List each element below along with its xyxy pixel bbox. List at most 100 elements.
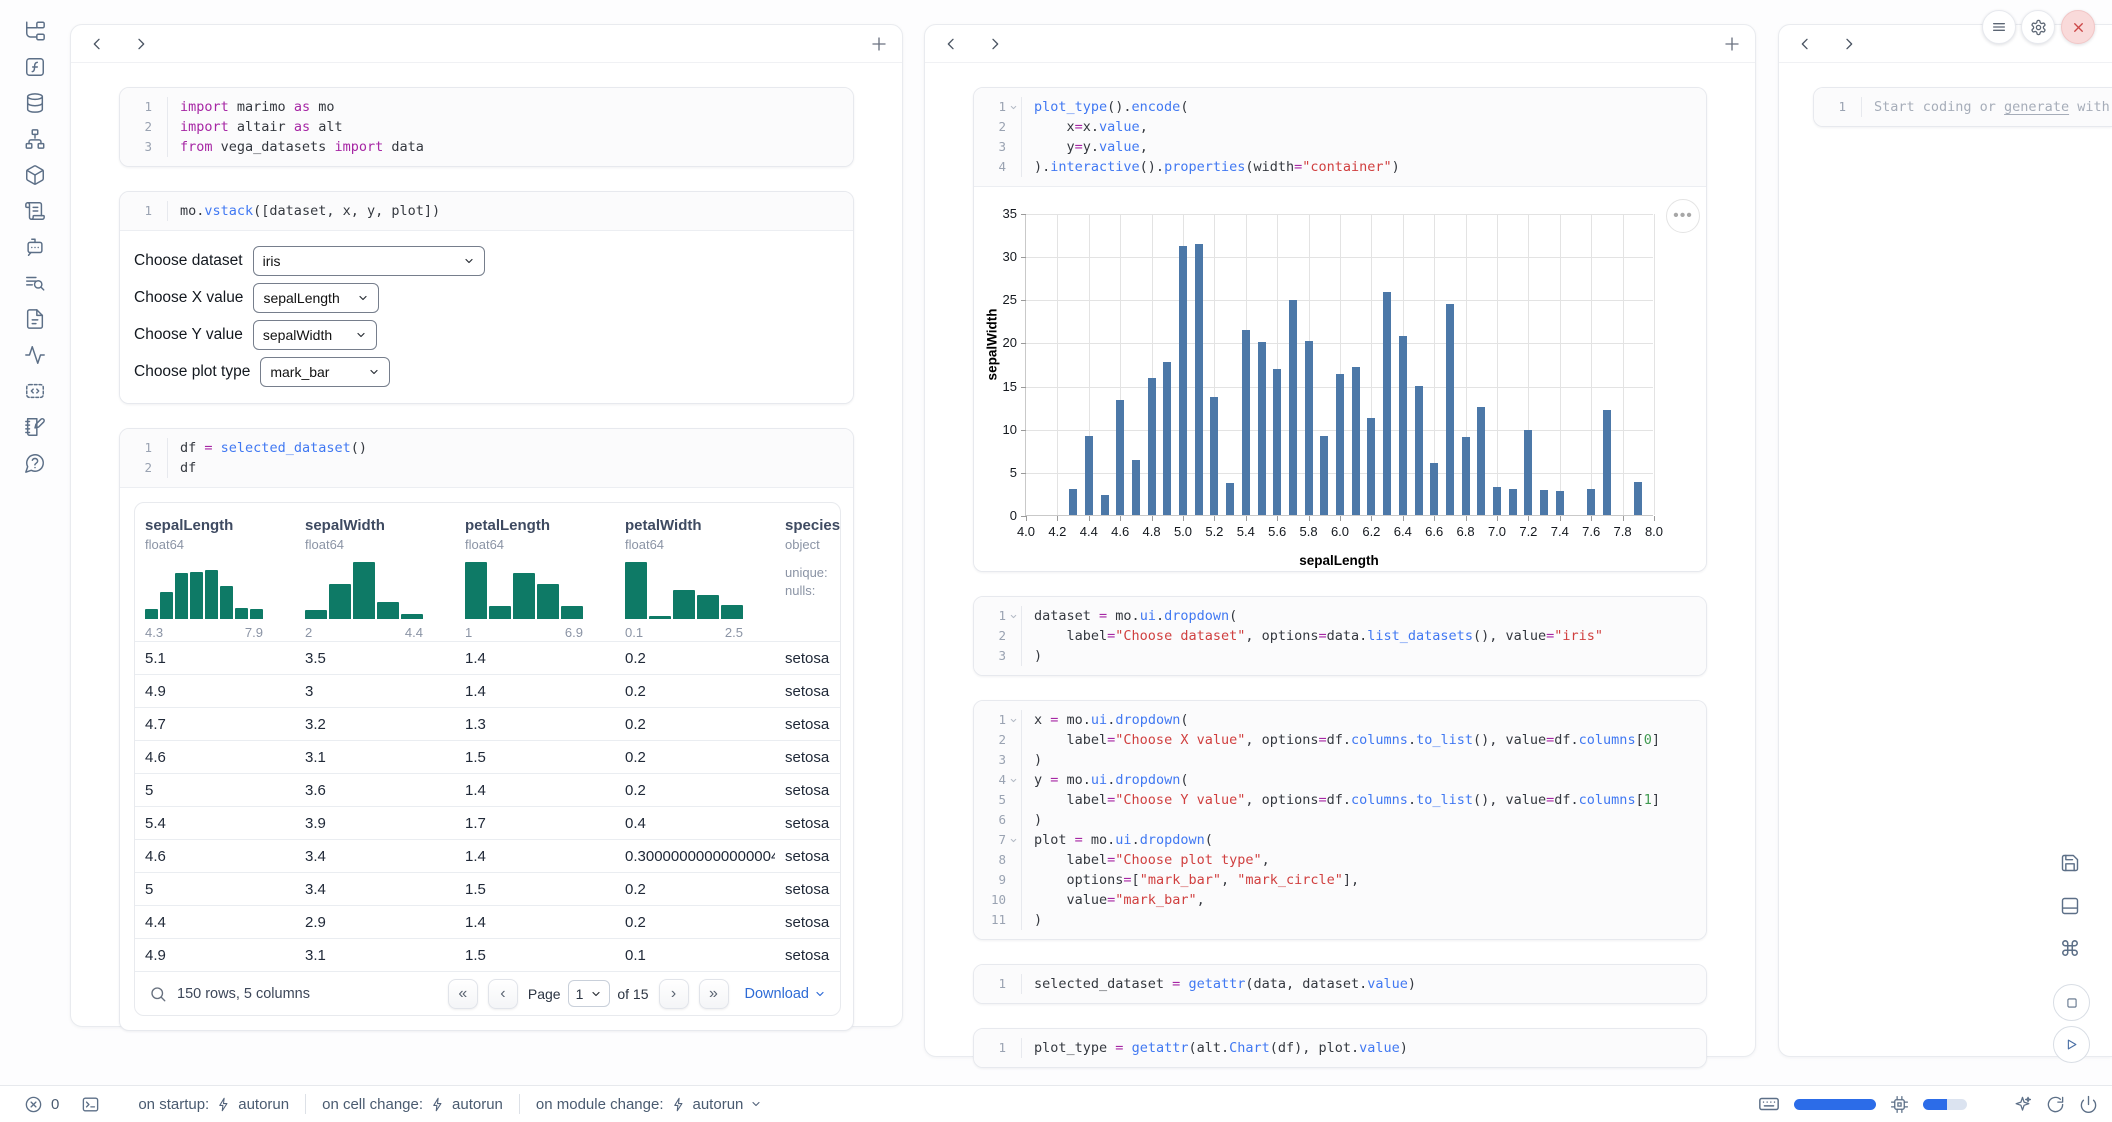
gridline	[1497, 214, 1498, 515]
scroll-left-icon[interactable]	[1797, 36, 1813, 52]
help-icon[interactable]	[24, 452, 46, 474]
code-editor[interactable]: 1x = mo.ui.dropdown(2 label="Choose X va…	[974, 701, 1706, 939]
editor-placeholder[interactable]: Start coding or generate with AI	[1861, 97, 2112, 117]
page-select[interactable]: 1	[568, 980, 611, 1007]
chatbot-icon[interactable]	[24, 236, 46, 258]
chart-bar	[1524, 430, 1532, 515]
histogram-bar	[190, 572, 203, 619]
scroll-left-icon[interactable]	[943, 36, 959, 52]
ai-sparkle-icon[interactable]	[2013, 1095, 2032, 1114]
on-module-change-setting[interactable]: on module change: autorun	[520, 1096, 778, 1113]
generate-link[interactable]: generate	[2004, 99, 2069, 115]
file-tree-icon[interactable]	[24, 20, 46, 42]
code-editor[interactable]: 1 Start coding or generate with AI	[1814, 88, 2112, 126]
close-button[interactable]	[2061, 10, 2095, 44]
scratchpad-icon[interactable]	[24, 416, 46, 438]
table-row[interactable]: 53.61.40.2setosa	[135, 773, 841, 806]
cell-vstack[interactable]: 1mo.vstack([dataset, x, y, plot]) Choose…	[119, 191, 854, 404]
plot-type-select[interactable]: mark_bar	[260, 357, 390, 387]
database-icon[interactable]	[24, 92, 46, 114]
gridline	[1654, 214, 1655, 515]
table-row[interactable]: 4.63.11.50.2setosa	[135, 740, 841, 773]
download-button[interactable]: Download	[745, 986, 827, 1002]
stop-button[interactable]	[2053, 984, 2090, 1021]
table-column-header[interactable]: sepalWidthfloat6424.4	[295, 517, 455, 641]
scroll-left-icon[interactable]	[89, 36, 105, 52]
table-row[interactable]: 53.41.50.2setosa	[135, 872, 841, 905]
altair-bar-chart[interactable]: 4.04.24.44.64.85.05.25.45.65.86.06.26.46…	[1025, 214, 1653, 516]
table-row[interactable]: 5.43.91.70.4setosa	[135, 806, 841, 839]
search-icon[interactable]	[149, 985, 167, 1003]
cell-dataset-dropdown[interactable]: 1dataset = mo.ui.dropdown(2 label="Choos…	[973, 596, 1707, 676]
shutdown-icon[interactable]	[2079, 1095, 2098, 1114]
list-search-icon[interactable]	[24, 272, 46, 294]
panel-toggle-button[interactable]	[2053, 889, 2087, 923]
code-editor[interactable]: 1import marimo as mo2import altair as al…	[120, 88, 853, 166]
table-row[interactable]: 4.63.41.40.30000000000000004setosa	[135, 839, 841, 872]
table-row[interactable]: 4.42.91.40.2setosa	[135, 905, 841, 938]
x-axis-title: sepalLength	[1025, 553, 1653, 568]
logs-icon[interactable]	[24, 200, 46, 222]
x-value-select[interactable]: sepalLength	[253, 283, 379, 313]
add-cell-icon[interactable]	[870, 35, 888, 53]
dataset-select[interactable]: iris	[253, 246, 485, 276]
cell-xyplot-dropdowns[interactable]: 1x = mo.ui.dropdown(2 label="Choose X va…	[973, 700, 1707, 940]
table-column-header[interactable]: petalWidthfloat640.12.5	[615, 517, 775, 641]
function-icon[interactable]	[24, 56, 46, 78]
restart-icon[interactable]	[2046, 1095, 2065, 1114]
cell-empty[interactable]: 1 Start coding or generate with AI	[1813, 87, 2112, 127]
code-editor[interactable]: 1plot_type().encode(2 x=x.value,3 y=y.va…	[974, 88, 1706, 186]
table-column-header[interactable]: speciesobjectunique:nulls:	[775, 517, 841, 641]
on-cell-change-setting[interactable]: on cell change: autorun	[306, 1096, 519, 1113]
package-icon[interactable]	[24, 164, 46, 186]
document-icon[interactable]	[24, 308, 46, 330]
table-row[interactable]: 4.73.21.30.2setosa	[135, 707, 841, 740]
scroll-right-icon[interactable]	[1841, 36, 1857, 52]
code-editor[interactable]: 1df = selected_dataset()2df	[120, 429, 853, 487]
on-startup-setting[interactable]: on startup: autorun	[122, 1096, 305, 1113]
scroll-right-icon[interactable]	[987, 36, 1003, 52]
table-row[interactable]: 4.931.40.2setosa	[135, 674, 841, 707]
first-page-button[interactable]: «	[448, 979, 478, 1009]
cell-dataframe[interactable]: 1df = selected_dataset()2df sepalLengthf…	[119, 428, 854, 1031]
last-page-button[interactable]: »	[699, 979, 729, 1009]
error-count[interactable]: 0	[24, 1095, 59, 1114]
code-text: import altair as alt	[167, 117, 853, 137]
table-cell: 0.2	[615, 683, 775, 700]
code-editor[interactable]: 1plot_type = getattr(alt.Chart(df), plot…	[974, 1029, 1706, 1067]
cell-imports[interactable]: 1import marimo as mo2import altair as al…	[119, 87, 854, 167]
chart-bar	[1085, 436, 1093, 515]
cell-plot[interactable]: 1plot_type().encode(2 x=x.value,3 y=y.va…	[973, 87, 1707, 572]
chart-actions-button[interactable]: •••	[1666, 199, 1700, 233]
cell-plot-type[interactable]: 1plot_type = getattr(alt.Chart(df), plot…	[973, 1028, 1707, 1068]
run-all-button[interactable]	[2053, 1026, 2090, 1063]
y-value-select[interactable]: sepalWidth	[253, 320, 377, 350]
code-editor[interactable]: 1mo.vstack([dataset, x, y, plot])	[120, 192, 853, 230]
table-column-header[interactable]: sepalLengthfloat644.37.9	[135, 517, 295, 641]
next-page-button[interactable]: ›	[659, 979, 689, 1009]
column-histogram	[625, 562, 743, 619]
prev-page-button[interactable]: ‹	[488, 979, 518, 1009]
table-column-header[interactable]: petalLengthfloat6416.9	[455, 517, 615, 641]
settings-button[interactable]	[2021, 10, 2055, 44]
memory-chip-icon	[1890, 1095, 1909, 1114]
cell-selected-dataset[interactable]: 1selected_dataset = getattr(data, datase…	[973, 964, 1707, 1004]
menu-button[interactable]	[1982, 10, 2016, 44]
scroll-right-icon[interactable]	[133, 36, 149, 52]
code-editor[interactable]: 1selected_dataset = getattr(data, datase…	[974, 965, 1706, 1003]
keyboard-icon[interactable]	[1758, 1093, 1780, 1115]
code-text: )	[1021, 646, 1706, 666]
activity-icon[interactable]	[24, 344, 46, 366]
chart-bar	[1634, 482, 1642, 515]
dependency-graph-icon[interactable]	[24, 128, 46, 150]
add-cell-icon[interactable]	[1723, 35, 1741, 53]
terminal-button[interactable]	[81, 1095, 100, 1114]
table-cell: 5.1	[135, 650, 295, 667]
command-palette-button[interactable]: ⌘	[2053, 932, 2087, 966]
table-row[interactable]: 5.13.51.40.2setosa	[135, 641, 841, 674]
column-histogram	[305, 562, 423, 619]
save-button[interactable]	[2053, 846, 2087, 880]
code-editor[interactable]: 1dataset = mo.ui.dropdown(2 label="Choos…	[974, 597, 1706, 675]
table-row[interactable]: 4.93.11.50.1setosa	[135, 938, 841, 971]
snippets-icon[interactable]	[24, 380, 46, 402]
